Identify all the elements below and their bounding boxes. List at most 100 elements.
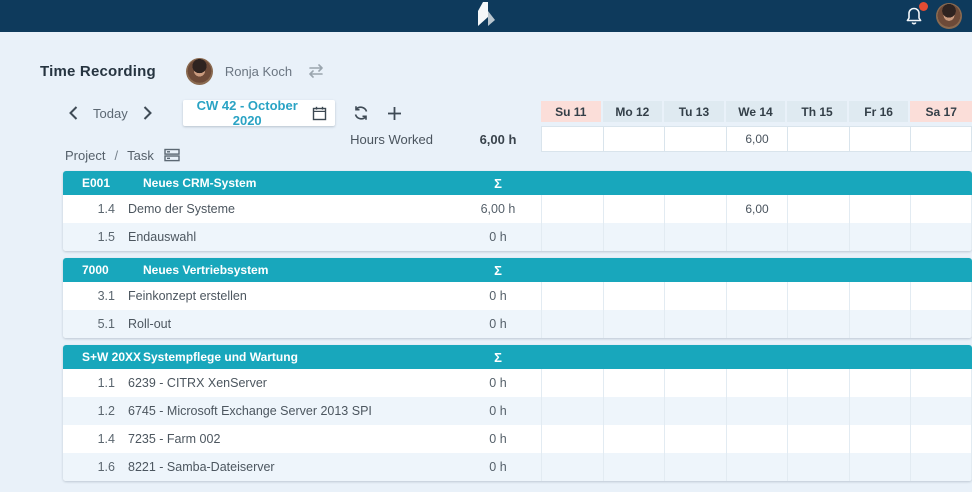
task-day-cell-tu[interactable] <box>664 310 726 338</box>
task-day-cell-sa[interactable] <box>910 425 972 453</box>
task-day-cell-we[interactable]: 6,00 <box>726 195 788 223</box>
refresh-button[interactable] <box>353 105 369 121</box>
task-row: 1.5Endauswahl0 h <box>63 223 972 251</box>
task-number: 1.4 <box>63 432 115 446</box>
project-group-header[interactable]: E001Neues CRM-SystemΣ <box>63 171 972 195</box>
notification-badge <box>919 2 928 11</box>
task-day-cell-mo[interactable] <box>603 369 665 397</box>
task-day-cell-th[interactable] <box>787 453 849 481</box>
task-day-cell-su[interactable] <box>541 223 603 251</box>
task-name[interactable]: Demo der Systeme <box>128 202 455 216</box>
task-day-cell-mo[interactable] <box>603 310 665 338</box>
task-day-cell-fr[interactable] <box>849 310 911 338</box>
day-header-tu[interactable]: Tu 13 <box>664 101 726 122</box>
task-day-cell-mo[interactable] <box>603 397 665 425</box>
day-header-row: Su 11Mo 12Tu 13We 14Th 15Fr 16Sa 17 <box>541 101 972 122</box>
task-day-cell-sa[interactable] <box>910 310 972 338</box>
row-density-toggle[interactable] <box>164 148 180 162</box>
account-avatar[interactable] <box>936 3 962 29</box>
task-day-cell-we[interactable] <box>726 453 788 481</box>
task-day-cell-su[interactable] <box>541 195 603 223</box>
day-header-mo[interactable]: Mo 12 <box>603 101 665 122</box>
task-day-cell-th[interactable] <box>787 223 849 251</box>
task-day-cell-su[interactable] <box>541 425 603 453</box>
task-day-cell-fr[interactable] <box>849 397 911 425</box>
day-header-su[interactable]: Su 11 <box>541 101 603 122</box>
task-day-cell-su[interactable] <box>541 369 603 397</box>
task-total-hours: 0 h <box>455 289 541 303</box>
task-day-cell-mo[interactable] <box>603 223 665 251</box>
task-day-cell-mo[interactable] <box>603 453 665 481</box>
task-name[interactable]: 7235 - Farm 002 <box>128 432 455 446</box>
task-day-cell-sa[interactable] <box>910 223 972 251</box>
task-day-cell-fr[interactable] <box>849 369 911 397</box>
task-day-cell-tu[interactable] <box>664 223 726 251</box>
task-day-cell-th[interactable] <box>787 282 849 310</box>
day-header-fr[interactable]: Fr 16 <box>849 101 911 122</box>
task-day-cell-we[interactable] <box>726 223 788 251</box>
user-avatar <box>186 58 213 85</box>
task-day-cell-tu[interactable] <box>664 453 726 481</box>
task-info: 1.5Endauswahl0 h <box>63 223 541 251</box>
task-total-hours: 0 h <box>455 404 541 418</box>
task-day-cell-we[interactable] <box>726 397 788 425</box>
project-group-header[interactable]: 7000Neues VertriebsystemΣ <box>63 258 972 282</box>
day-header-th[interactable]: Th 15 <box>787 101 849 122</box>
project-name: Neues CRM-System <box>143 176 256 190</box>
add-entry-button[interactable] <box>387 106 402 121</box>
task-name[interactable]: 8221 - Samba-Dateiserver <box>128 460 455 474</box>
switch-user-icon[interactable] <box>306 64 326 78</box>
chevron-right-icon <box>143 106 152 120</box>
task-day-cell-we[interactable] <box>726 310 788 338</box>
today-button[interactable]: Today <box>93 106 128 121</box>
task-day-cell-tu[interactable] <box>664 195 726 223</box>
task-day-cell-su[interactable] <box>541 397 603 425</box>
task-day-cell-th[interactable] <box>787 195 849 223</box>
task-name[interactable]: Roll-out <box>128 317 455 331</box>
task-day-cell-su[interactable] <box>541 310 603 338</box>
task-day-cell-tu[interactable] <box>664 425 726 453</box>
task-day-cell-fr[interactable] <box>849 453 911 481</box>
day-header-sa[interactable]: Sa 17 <box>910 101 972 122</box>
notifications-button[interactable] <box>902 4 926 28</box>
task-info: 1.16239 - CITRX XenServer0 h <box>63 369 541 397</box>
hours-day-cell-fr <box>849 127 911 151</box>
task-day-cell-sa[interactable] <box>910 453 972 481</box>
task-name[interactable]: 6745 - Microsoft Exchange Server 2013 SP… <box>128 404 455 418</box>
task-day-cell-su[interactable] <box>541 282 603 310</box>
previous-week-button[interactable] <box>66 105 80 121</box>
task-day-cell-tu[interactable] <box>664 397 726 425</box>
calendar-icon <box>312 106 327 121</box>
task-day-cell-su[interactable] <box>541 453 603 481</box>
task-day-cell-mo[interactable] <box>603 425 665 453</box>
task-day-cell-sa[interactable] <box>910 369 972 397</box>
task-day-cell-we[interactable] <box>726 425 788 453</box>
task-day-cell-fr[interactable] <box>849 425 911 453</box>
project-group-header[interactable]: S+W 20XXSystempflege und WartungΣ <box>63 345 972 369</box>
task-day-cell-mo[interactable] <box>603 195 665 223</box>
task-day-cell-tu[interactable] <box>664 282 726 310</box>
task-day-cell-we[interactable] <box>726 369 788 397</box>
day-header-we[interactable]: We 14 <box>726 101 788 122</box>
task-day-cell-th[interactable] <box>787 310 849 338</box>
task-day-cell-fr[interactable] <box>849 282 911 310</box>
project-group: 7000Neues VertriebsystemΣ3.1Feinkonzept … <box>63 258 972 338</box>
task-day-cell-tu[interactable] <box>664 369 726 397</box>
task-day-cell-th[interactable] <box>787 397 849 425</box>
task-name[interactable]: 6239 - CITRX XenServer <box>128 376 455 390</box>
task-day-cell-fr[interactable] <box>849 195 911 223</box>
next-week-button[interactable] <box>141 105 155 121</box>
task-info: 1.26745 - Microsoft Exchange Server 2013… <box>63 397 541 425</box>
task-day-cell-we[interactable] <box>726 282 788 310</box>
task-name[interactable]: Endauswahl <box>128 230 455 244</box>
task-day-cell-fr[interactable] <box>849 223 911 251</box>
calendar-week-selector[interactable]: CW 42 - October 2020 <box>183 100 335 126</box>
task-day-cell-sa[interactable] <box>910 195 972 223</box>
task-name[interactable]: Feinkonzept erstellen <box>128 289 455 303</box>
task-day-cell-sa[interactable] <box>910 282 972 310</box>
task-column-label: Task <box>127 148 154 163</box>
task-day-cell-th[interactable] <box>787 425 849 453</box>
task-day-cell-th[interactable] <box>787 369 849 397</box>
task-day-cell-sa[interactable] <box>910 397 972 425</box>
task-day-cell-mo[interactable] <box>603 282 665 310</box>
